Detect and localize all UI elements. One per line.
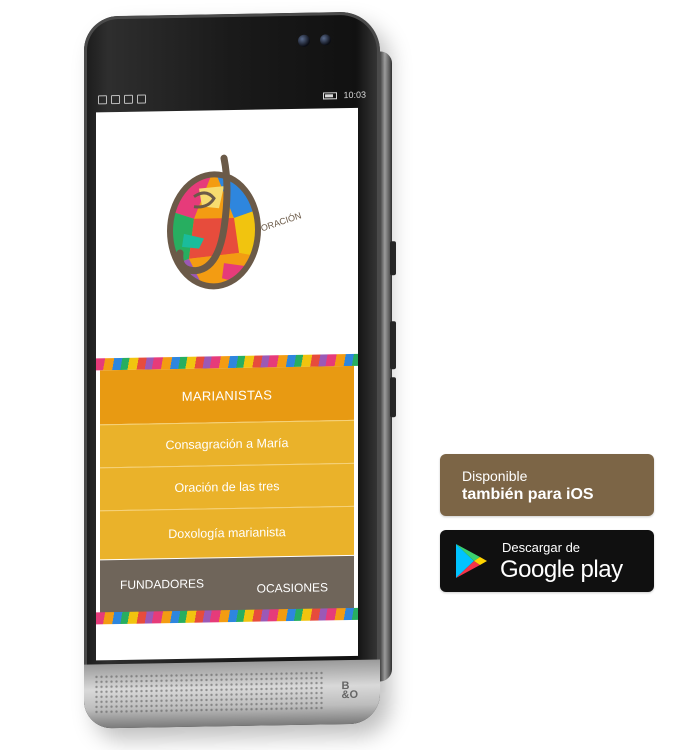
google-play-triangle-icon	[456, 544, 487, 578]
phone-mockup: 10:03 ORACIÓN MARIANISTAS Consagración a…	[84, 11, 396, 734]
app-logo: ORACIÓN	[154, 147, 304, 300]
mosaic-j-logo-icon: ORACIÓN	[167, 154, 303, 290]
ios-badge-line1: Disponible	[462, 468, 528, 484]
battery-icon	[323, 91, 338, 99]
menu-item-oracion-tres[interactable]: Oración de las tres	[100, 462, 354, 511]
app-screen: ORACIÓN MARIANISTAS Consagración a María…	[96, 107, 358, 661]
nav-ocasiones-button[interactable]: OCASIONES	[257, 580, 328, 595]
menu-item-consagracion[interactable]: Consagración a María	[100, 419, 354, 468]
ios-badge-button[interactable]: Disponible también para iOS	[440, 454, 654, 516]
google-badge-line1: Descargar de	[502, 540, 581, 555]
menu-header-marianistas[interactable]: MARIANISTAS	[100, 365, 354, 425]
side-button	[390, 377, 396, 418]
bottom-nav: FUNDADORES OCASIONES	[100, 555, 354, 615]
notification-icons	[98, 94, 146, 105]
menu-header-label: MARIANISTAS	[181, 386, 273, 404]
nav-fundadores-button[interactable]: FUNDADORES	[120, 577, 204, 592]
notification-icon	[98, 95, 107, 105]
phone-body: 10:03 ORACIÓN MARIANISTAS Consagración a…	[84, 11, 380, 729]
signal-icon	[111, 94, 120, 105]
phone-chin: B &O	[84, 659, 380, 729]
volume-button	[390, 241, 396, 276]
status-time: 10:03	[343, 89, 366, 101]
wifi-icon	[124, 94, 133, 104]
speaker-grille	[94, 670, 324, 715]
menu-item-label: Consagración a María	[165, 436, 289, 453]
status-bar: 10:03	[98, 90, 366, 111]
message-icon	[137, 94, 146, 104]
menu-item-label: Doxología marianista	[168, 525, 286, 542]
brand-logo: B &O	[341, 680, 359, 702]
brand-mark-bottom: &O	[341, 688, 359, 702]
google-badge-line2: Google play	[500, 556, 623, 583]
menu-item-label: Oración de las tres	[174, 479, 280, 496]
google-play-badge-button[interactable]: Descargar de Google play	[440, 530, 654, 592]
front-camera-icon	[298, 34, 310, 47]
ios-badge-line2: también para iOS	[462, 486, 594, 503]
menu-item-doxologia[interactable]: Doxología marianista	[100, 505, 354, 560]
sensor-icon	[320, 34, 331, 46]
power-button	[390, 321, 396, 370]
logo-text: ORACIÓN	[260, 210, 303, 233]
